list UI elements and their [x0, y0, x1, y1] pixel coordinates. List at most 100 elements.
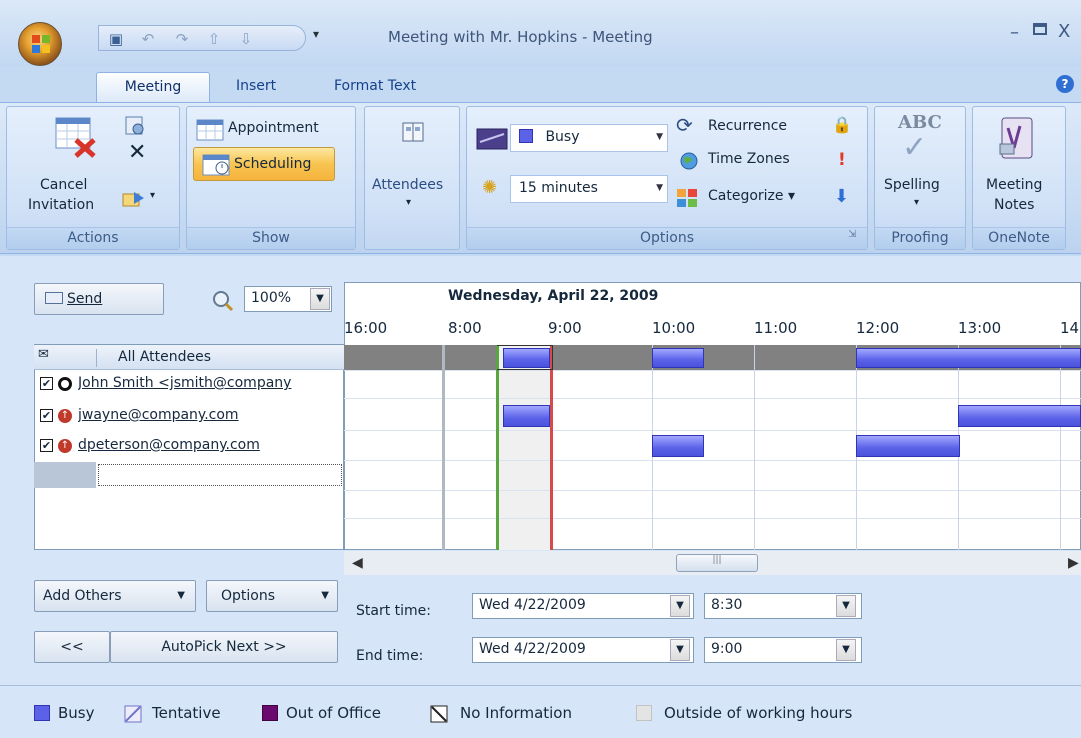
- attendee-name[interactable]: John Smith <jsmith@company: [78, 375, 344, 391]
- group-options-label: Options: [467, 227, 867, 249]
- attendee-header-row: ✉ All Attendees: [34, 345, 344, 370]
- tab-format-text[interactable]: Format Text: [322, 72, 428, 102]
- spelling-dropdown-icon[interactable]: ▾: [914, 197, 919, 208]
- tab-insert[interactable]: Insert: [224, 72, 288, 102]
- add-others-label: Add Others: [43, 588, 122, 604]
- start-date-field[interactable]: Wed 4/22/2009: [472, 593, 694, 619]
- new-row-selector: [34, 462, 96, 488]
- autopick-previous-button[interactable]: <<: [34, 631, 110, 663]
- organizer-icon: [58, 377, 72, 391]
- delete-icon[interactable]: ✕: [128, 140, 146, 165]
- hour-label: 12:00: [856, 319, 900, 337]
- show-as-select[interactable]: Busy ▼: [510, 124, 668, 152]
- high-importance-icon[interactable]: !: [838, 150, 846, 170]
- selected-meeting-range[interactable]: [497, 345, 553, 550]
- undo-icon[interactable]: ↶: [139, 30, 157, 48]
- scheduling-icon: [202, 154, 230, 176]
- save-icon[interactable]: ▣: [107, 30, 125, 48]
- attendees-book-icon[interactable]: [400, 120, 426, 144]
- end-time-value: 9:00: [711, 641, 743, 657]
- categorize-button[interactable]: Categorize ▾: [708, 188, 795, 204]
- busy-block: [856, 435, 960, 457]
- attendee-name[interactable]: dpeterson@company.com: [78, 437, 344, 453]
- meeting-notes-label-1[interactable]: Meeting: [986, 177, 1042, 193]
- recurrence-button[interactable]: Recurrence: [708, 118, 787, 134]
- busy-block: [856, 348, 1081, 368]
- busy-legend-label: Busy: [58, 704, 95, 722]
- end-date-field[interactable]: Wed 4/22/2009: [472, 637, 694, 663]
- outside-hours-legend-label: Outside of working hours: [664, 704, 853, 722]
- start-date-dropdown-icon[interactable]: ▼: [670, 595, 690, 617]
- appointment-icon: [196, 119, 224, 141]
- new-attendee-input[interactable]: [98, 464, 342, 486]
- redo-icon[interactable]: ↷: [173, 30, 191, 48]
- day-divider: [442, 345, 445, 550]
- attendee-checkbox[interactable]: ✔: [40, 409, 53, 422]
- reminder-select[interactable]: 15 minutes ▼: [510, 175, 668, 203]
- start-time-dropdown-icon[interactable]: ▼: [836, 595, 856, 617]
- busy-block: [652, 435, 704, 457]
- attendee-row[interactable]: ✔ John Smith <jsmith@company: [34, 372, 344, 397]
- start-time-marker[interactable]: [496, 345, 499, 550]
- address-book-icon[interactable]: [124, 115, 146, 137]
- low-importance-icon[interactable]: ⬇: [834, 186, 849, 207]
- zoom-dropdown-icon[interactable]: ▼: [310, 288, 330, 310]
- appointment-button[interactable]: Appointment: [228, 120, 319, 136]
- options-button[interactable]: Options ▼: [206, 580, 338, 612]
- office-button[interactable]: [18, 22, 62, 66]
- forward-dropdown-icon[interactable]: ▾: [150, 190, 155, 201]
- end-date-dropdown-icon[interactable]: ▼: [670, 639, 690, 661]
- up-icon[interactable]: ⇧: [205, 30, 223, 48]
- grid-row-line: [344, 518, 1081, 519]
- forward-icon[interactable]: [122, 188, 148, 210]
- group-show-label: Show: [187, 227, 355, 249]
- attendee-checkbox[interactable]: ✔: [40, 439, 53, 452]
- grid-row-line: [344, 430, 1081, 431]
- maximize-button[interactable]: [1033, 23, 1047, 35]
- autopick-next-button[interactable]: AutoPick Next >>: [110, 631, 338, 663]
- window-title: Meeting with Mr. Hopkins - Meeting: [388, 28, 653, 46]
- cancel-label-2: Invitation: [28, 197, 95, 213]
- dialog-launcher-icon[interactable]: ⇲: [848, 229, 856, 240]
- busy-block: [652, 348, 704, 368]
- options-label: Options: [221, 588, 276, 604]
- attendee-name[interactable]: jwayne@company.com: [78, 407, 344, 423]
- zoom-value: 100%: [251, 290, 292, 306]
- legend-divider: [0, 685, 1081, 686]
- tab-meeting[interactable]: Meeting: [96, 72, 210, 102]
- spelling-button[interactable]: Spelling: [884, 177, 940, 193]
- hour-label: 16:00: [344, 319, 388, 337]
- scroll-right-icon[interactable]: ▶: [1068, 555, 1079, 571]
- time-zones-button[interactable]: Time Zones: [708, 151, 790, 167]
- no-information-legend-swatch: [430, 705, 448, 723]
- help-icon[interactable]: ?: [1056, 75, 1074, 93]
- onenote-icon[interactable]: [996, 114, 1036, 164]
- globe-icon: [680, 152, 698, 170]
- meeting-notes-label-2[interactable]: Notes: [994, 197, 1034, 213]
- attendee-row[interactable]: ✔ ↑ dpeterson@company.com: [34, 434, 344, 459]
- down-icon[interactable]: ⇩: [237, 30, 255, 48]
- hour-label: 14: [1060, 319, 1080, 337]
- end-time-marker[interactable]: [550, 345, 553, 550]
- all-attendees-label: All Attendees: [118, 349, 212, 365]
- scroll-thumb[interactable]: |||: [676, 554, 758, 572]
- quick-access-toolbar: ▣ ↶ ↷ ⇧ ⇩: [98, 25, 306, 51]
- new-attendee-row[interactable]: [34, 462, 344, 488]
- scheduling-button[interactable]: Scheduling: [193, 147, 335, 181]
- scroll-left-icon[interactable]: ◀: [352, 555, 363, 571]
- show-as-icon: [476, 128, 508, 150]
- attendee-checkbox[interactable]: ✔: [40, 377, 53, 390]
- minimize-button[interactable]: –: [1010, 22, 1019, 43]
- attendees-button[interactable]: Attendees: [372, 177, 443, 193]
- header-divider: [96, 349, 97, 367]
- customize-toolbar-icon[interactable]: ▾: [308, 27, 324, 47]
- attendee-row[interactable]: ✔ ↑ jwayne@company.com: [34, 404, 344, 429]
- cancel-invitation-icon[interactable]: [54, 116, 98, 158]
- out-of-office-legend-swatch: [262, 705, 278, 721]
- lock-icon[interactable]: 🔒: [832, 115, 852, 134]
- send-button[interactable]: Send: [34, 283, 164, 315]
- add-others-button[interactable]: Add Others ▼: [34, 580, 196, 612]
- close-button[interactable]: X: [1058, 21, 1070, 42]
- end-time-dropdown-icon[interactable]: ▼: [836, 639, 856, 661]
- attendees-dropdown-icon[interactable]: ▾: [406, 197, 411, 208]
